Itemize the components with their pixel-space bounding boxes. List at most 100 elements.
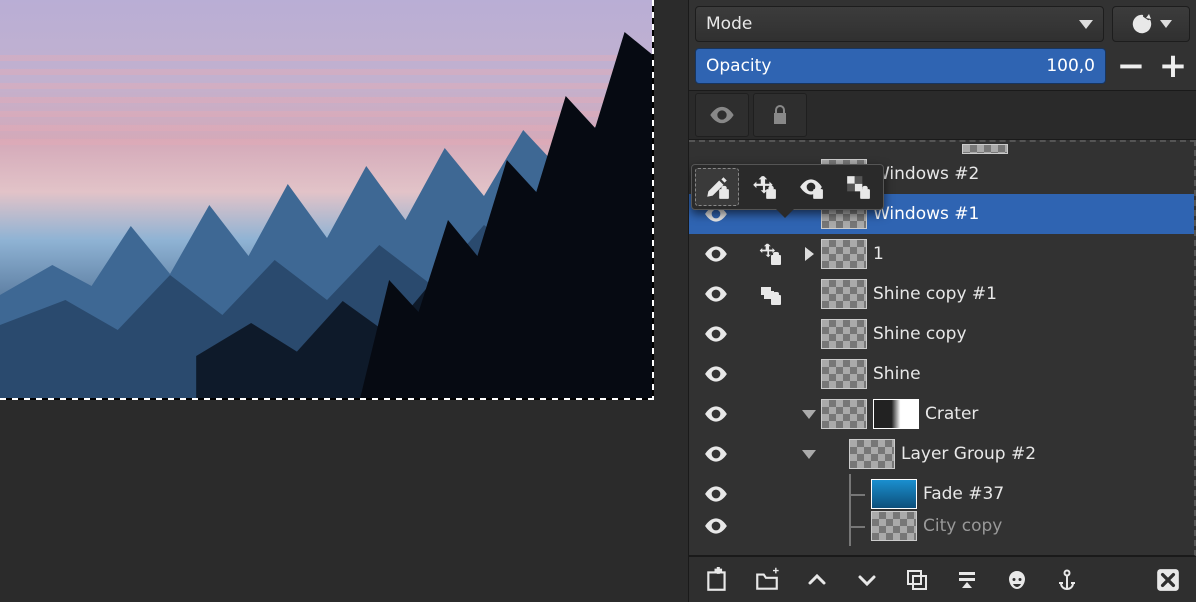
layer-lock-cell[interactable] bbox=[743, 242, 797, 266]
opacity-slider[interactable]: Opacity 100,0 bbox=[695, 48, 1106, 84]
delete-layer-button[interactable] bbox=[1154, 566, 1182, 594]
layer-row[interactable]: Fade #37 bbox=[689, 474, 1194, 514]
layers-lock-icon bbox=[758, 282, 782, 306]
layer-up-button[interactable] bbox=[803, 566, 831, 594]
layer-thumbnail[interactable] bbox=[821, 279, 867, 309]
new-layer-button[interactable] bbox=[703, 566, 731, 594]
layer-row[interactable]: Crater bbox=[689, 394, 1194, 434]
layer-name[interactable]: City copy bbox=[923, 516, 1186, 536]
eye-icon bbox=[703, 241, 729, 267]
layer-name[interactable]: Shine bbox=[873, 364, 1186, 384]
new-layer-icon bbox=[704, 567, 730, 593]
lock-options-popup bbox=[691, 164, 884, 210]
eye-icon bbox=[703, 281, 729, 307]
lock-icon bbox=[768, 103, 792, 127]
merge-down-button[interactable] bbox=[953, 566, 981, 594]
eye-icon bbox=[708, 101, 736, 129]
layer-row[interactable]: Layer Group #2 bbox=[689, 434, 1194, 474]
layer-mask-thumbnail[interactable] bbox=[873, 399, 919, 429]
layer-expand-toggle[interactable] bbox=[797, 247, 821, 261]
layer-row[interactable]: Shine bbox=[689, 354, 1194, 394]
layer-row[interactable]: Shine copy #1 bbox=[689, 274, 1194, 314]
opacity-label: Opacity bbox=[706, 56, 771, 76]
lock-visibility-button[interactable] bbox=[789, 168, 833, 206]
eye-icon bbox=[703, 361, 729, 387]
tree-line bbox=[849, 506, 871, 546]
layer-thumbnail[interactable] bbox=[821, 319, 867, 349]
layer-visibility-toggle[interactable] bbox=[689, 361, 743, 387]
opacity-decrement[interactable]: − bbox=[1114, 49, 1148, 83]
chevron-down-icon bbox=[802, 450, 816, 459]
layer-name[interactable]: Windows #2 bbox=[873, 164, 1186, 184]
layer-column-header bbox=[689, 90, 1196, 140]
layer-thumbnail bbox=[962, 144, 1008, 154]
merge-down-icon bbox=[955, 568, 979, 592]
lock-position-button[interactable] bbox=[742, 168, 786, 206]
eye-lock-icon bbox=[798, 174, 824, 200]
layer-name[interactable]: Crater bbox=[925, 404, 1186, 424]
layer-name[interactable]: Shine copy #1 bbox=[873, 284, 1186, 304]
blend-mode-dropdown[interactable]: Mode bbox=[695, 6, 1104, 42]
layer-name[interactable]: 1 bbox=[873, 244, 1186, 264]
anchor-icon bbox=[1055, 568, 1079, 592]
close-icon bbox=[1155, 567, 1181, 593]
layer-visibility-toggle[interactable] bbox=[689, 281, 743, 307]
lock-alpha-button[interactable] bbox=[836, 168, 880, 206]
layer-row[interactable]: 1 bbox=[689, 234, 1194, 274]
move-lock-icon bbox=[758, 242, 782, 266]
lock-pixels-button[interactable] bbox=[695, 168, 739, 206]
layer-name[interactable]: Fade #37 bbox=[923, 484, 1186, 504]
layer-toolbar bbox=[689, 556, 1196, 602]
opacity-value: 100,0 bbox=[1046, 56, 1095, 76]
document-canvas[interactable] bbox=[0, 0, 654, 400]
layer-name[interactable]: Windows #1 bbox=[873, 204, 1186, 224]
layer-name[interactable]: Layer Group #2 bbox=[901, 444, 1186, 464]
chevron-down-icon bbox=[1079, 20, 1093, 29]
eye-icon bbox=[703, 401, 729, 427]
layer-lock-cell[interactable] bbox=[743, 282, 797, 306]
reset-icon bbox=[1130, 12, 1154, 36]
mask-icon bbox=[1005, 568, 1029, 592]
layer-visibility-toggle[interactable] bbox=[689, 441, 743, 467]
layer-visibility-toggle[interactable] bbox=[689, 513, 743, 539]
layer-name[interactable]: Shine copy bbox=[873, 324, 1186, 344]
chevron-down-icon bbox=[802, 410, 816, 419]
layer-thumbnail[interactable] bbox=[821, 359, 867, 389]
layer-visibility-toggle[interactable] bbox=[689, 481, 743, 507]
layers-panel: Mode Opacity 100,0 − + bbox=[688, 0, 1196, 602]
layer-thumbnail[interactable] bbox=[821, 399, 867, 429]
layer-row[interactable]: Shine copy bbox=[689, 314, 1194, 354]
duplicate-icon bbox=[905, 568, 929, 592]
add-mask-button[interactable] bbox=[1003, 566, 1031, 594]
move-lock-icon bbox=[751, 174, 777, 200]
brush-lock-icon bbox=[704, 174, 730, 200]
header-lock[interactable] bbox=[753, 93, 807, 137]
header-visibility[interactable] bbox=[695, 93, 749, 137]
alpha-lock-icon bbox=[845, 174, 871, 200]
layer-thumbnail[interactable] bbox=[871, 479, 917, 509]
layer-visibility-toggle[interactable] bbox=[689, 401, 743, 427]
new-group-icon bbox=[754, 567, 780, 593]
new-group-button[interactable] bbox=[753, 566, 781, 594]
layer-down-button[interactable] bbox=[853, 566, 881, 594]
duplicate-layer-button[interactable] bbox=[903, 566, 931, 594]
layer-expand-toggle[interactable] bbox=[797, 410, 821, 419]
layer-thumbnail[interactable] bbox=[849, 439, 895, 469]
layer-thumbnail[interactable] bbox=[821, 239, 867, 269]
layer-visibility-toggle[interactable] bbox=[689, 241, 743, 267]
layers-list[interactable]: Windows #2 Windows #1 1 Shine copy #1 Shine … bbox=[689, 140, 1196, 556]
layer-expand-toggle[interactable] bbox=[797, 450, 821, 459]
chevron-up-icon bbox=[805, 568, 829, 592]
chevron-down-icon bbox=[855, 568, 879, 592]
anchor-layer-button[interactable] bbox=[1053, 566, 1081, 594]
layer-row[interactable]: City copy bbox=[689, 514, 1194, 538]
selection-ants-right bbox=[652, 0, 654, 400]
layer-visibility-toggle[interactable] bbox=[689, 321, 743, 347]
canvas-area[interactable] bbox=[0, 0, 688, 602]
opacity-increment[interactable]: + bbox=[1156, 49, 1190, 83]
chevron-right-icon bbox=[805, 247, 814, 261]
layer-thumbnail[interactable] bbox=[871, 511, 917, 541]
eye-icon bbox=[703, 513, 729, 539]
eye-icon bbox=[703, 481, 729, 507]
mode-switch-button[interactable] bbox=[1112, 6, 1190, 42]
